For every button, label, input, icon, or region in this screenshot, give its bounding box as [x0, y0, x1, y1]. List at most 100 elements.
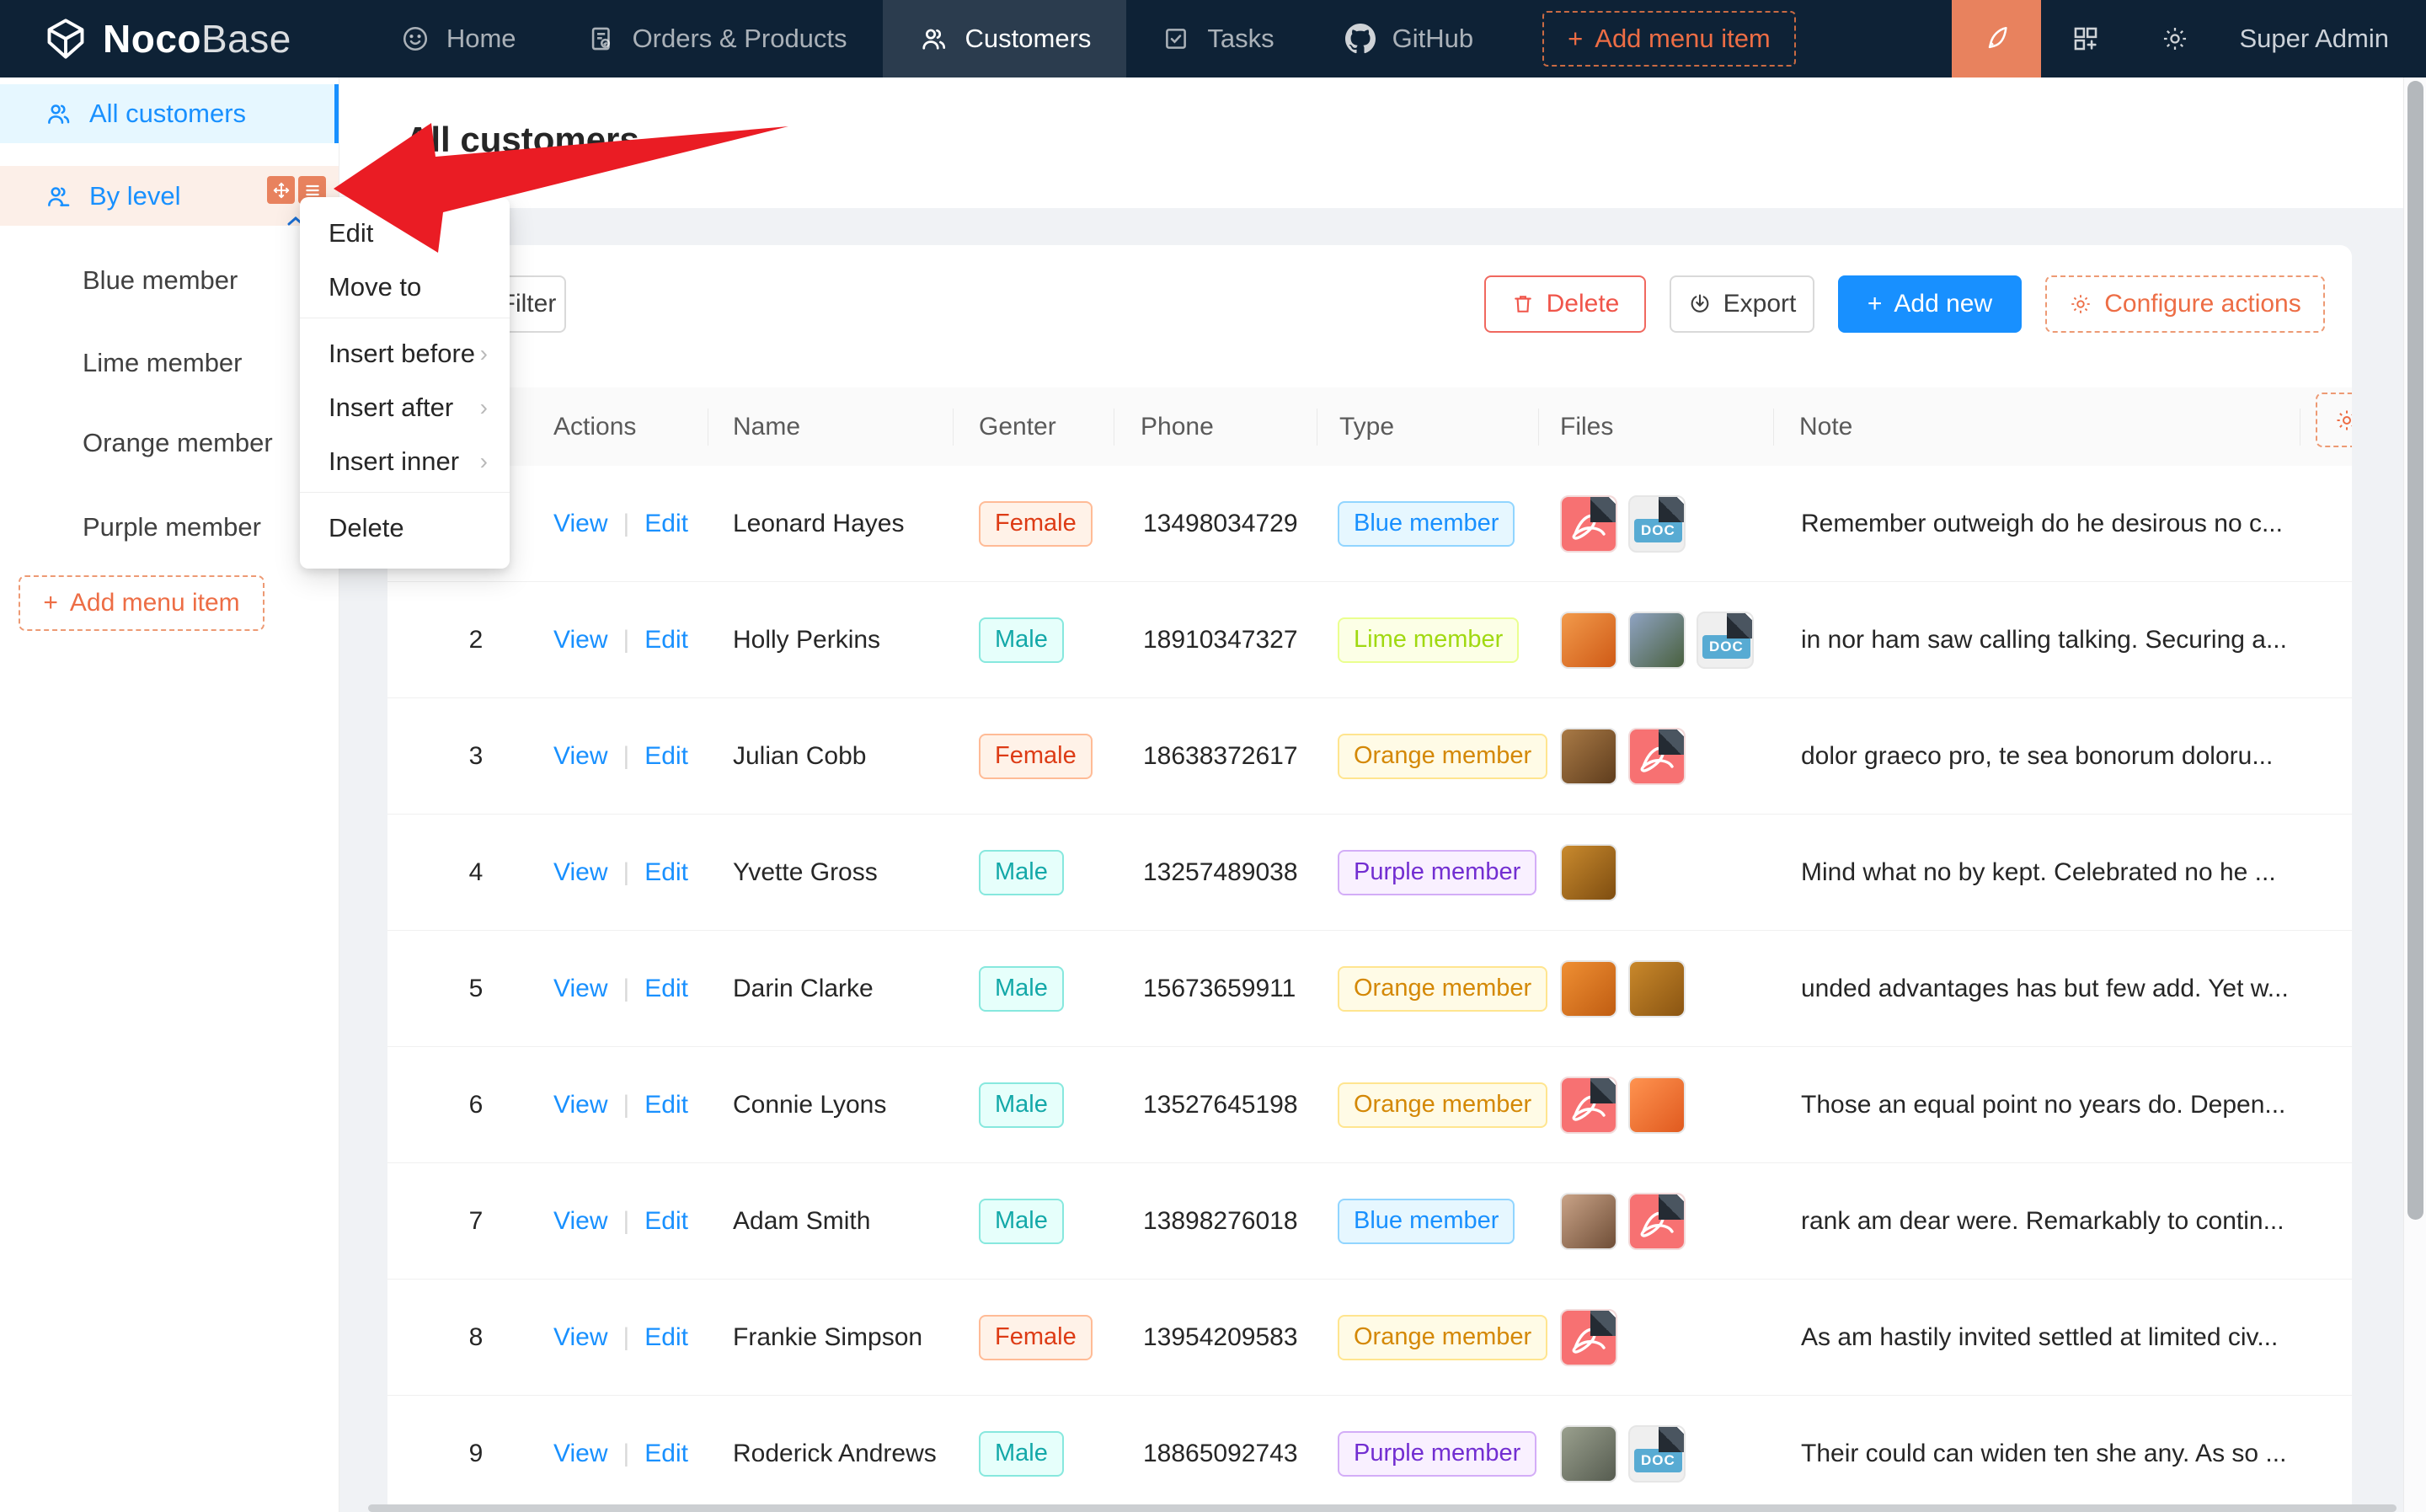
menu-item-delete[interactable]: Delete	[300, 504, 510, 553]
view-link[interactable]: View	[553, 858, 607, 887]
member-type-tag: Blue member	[1338, 1199, 1515, 1244]
doc-file-icon[interactable]: DOC	[1628, 1425, 1686, 1483]
row-index: 8	[446, 1323, 505, 1352]
edit-link[interactable]: Edit	[644, 975, 688, 1003]
image-thumbnail[interactable]	[1628, 1077, 1686, 1134]
table-row[interactable]: 4 View|Edit Yvette Gross Male 1325748903…	[387, 815, 2352, 931]
view-link[interactable]: View	[553, 1091, 607, 1119]
image-thumbnail[interactable]	[1560, 844, 1617, 901]
vertical-scrollbar[interactable]	[2403, 77, 2426, 1512]
nav-item-home[interactable]: Home	[366, 0, 552, 77]
menu-item-insert-before[interactable]: Insert before›	[300, 329, 510, 378]
export-button[interactable]: Export	[1670, 275, 1814, 333]
drag-handle-button[interactable]	[267, 176, 295, 204]
doc-file-icon[interactable]: DOC	[1697, 612, 1754, 669]
column-header-actions[interactable]: Actions	[553, 387, 636, 466]
edit-link[interactable]: Edit	[644, 1440, 688, 1468]
image-thumbnail[interactable]	[1560, 960, 1617, 1018]
customers-table-card: Filter Delete Export + Add new	[387, 245, 2352, 1512]
image-thumbnail[interactable]	[1560, 612, 1617, 669]
ui-editor-button[interactable]	[1952, 0, 2041, 77]
pdf-file-icon[interactable]	[1628, 1193, 1686, 1250]
note-text: dolor graeco pro, te sea bonorum doloru.…	[1801, 742, 2294, 771]
menu-item-move-to[interactable]: Move to	[300, 263, 510, 312]
navbar-add-menu-item-button[interactable]: + Add menu item	[1542, 11, 1796, 67]
edit-link[interactable]: Edit	[644, 626, 688, 654]
table-header: Actions Name Genter Phone Type Files Not…	[387, 387, 2352, 467]
table-row[interactable]: 6 View|Edit Connie Lyons Male 1352764519…	[387, 1047, 2352, 1163]
sidebar-item-label: All customers	[89, 99, 246, 129]
delete-button[interactable]: Delete	[1484, 275, 1646, 333]
menu-item-insert-inner[interactable]: Insert inner›	[300, 437, 510, 486]
edit-link[interactable]: Edit	[644, 858, 688, 887]
edit-link[interactable]: Edit	[644, 1207, 688, 1236]
separator: |	[623, 975, 629, 1003]
view-link[interactable]: View	[553, 510, 607, 538]
view-link[interactable]: View	[553, 975, 607, 1003]
sidebar-item-by-level[interactable]: By level	[0, 166, 339, 226]
separator: |	[623, 1323, 629, 1352]
sidebar-item-blue-member[interactable]: Blue member	[83, 255, 238, 306]
table-row[interactable]: 7 View|Edit Adam Smith Male 13898276018 …	[387, 1163, 2352, 1280]
configure-actions-button[interactable]: Configure actions	[2045, 275, 2325, 333]
column-header-note[interactable]: Note	[1799, 387, 1852, 466]
sidebar-item-orange-member[interactable]: Orange member	[83, 418, 273, 468]
add-new-button[interactable]: + Add new	[1838, 275, 2022, 333]
view-link[interactable]: View	[553, 1323, 607, 1352]
settings-button[interactable]	[2130, 0, 2220, 77]
table-row[interactable]: 5 View|Edit Darin Clarke Male 1567365991…	[387, 931, 2352, 1047]
gender-tag: Male	[979, 1431, 1064, 1477]
menu-item-edit[interactable]: Edit	[300, 209, 510, 258]
customer-name: Leonard Hayes	[733, 510, 904, 538]
nav-item-tasks[interactable]: Tasks	[1126, 0, 1309, 77]
column-header-name[interactable]: Name	[733, 387, 800, 466]
pdf-file-icon[interactable]	[1560, 495, 1617, 553]
view-link[interactable]: View	[553, 742, 607, 771]
nav-item-customers[interactable]: Customers	[883, 0, 1127, 77]
sidebar-item-purple-member[interactable]: Purple member	[83, 502, 261, 553]
column-header-files[interactable]: Files	[1560, 387, 1613, 466]
edit-link[interactable]: Edit	[644, 1323, 688, 1352]
files-cell	[1560, 1193, 1686, 1250]
nav-item-github[interactable]: GitHub	[1310, 0, 1509, 77]
image-thumbnail[interactable]	[1628, 612, 1686, 669]
sidebar-item-lime-member[interactable]: Lime member	[83, 338, 243, 388]
pdf-file-icon[interactable]	[1560, 1309, 1617, 1366]
column-header-phone[interactable]: Phone	[1141, 387, 1214, 466]
image-thumbnail[interactable]	[1628, 960, 1686, 1018]
sidebar-item-all-customers[interactable]: All customers	[0, 84, 339, 143]
column-header-genter[interactable]: Genter	[979, 387, 1056, 466]
image-thumbnail[interactable]	[1560, 1425, 1617, 1483]
doc-file-icon[interactable]: DOC	[1628, 495, 1686, 553]
horizontal-scrollbar-thumb[interactable]	[368, 1504, 2397, 1512]
table-row[interactable]: 9 View|Edit Roderick Andrews Male 188650…	[387, 1396, 2352, 1512]
column-header-type[interactable]: Type	[1339, 387, 1394, 466]
member-type-tag: Orange member	[1338, 734, 1547, 779]
view-link[interactable]: View	[553, 1440, 607, 1468]
table-row[interactable]: 1 View|Edit Leonard Hayes Female 1349803…	[387, 466, 2352, 582]
edit-link[interactable]: Edit	[644, 510, 688, 538]
pdf-file-icon[interactable]	[1628, 728, 1686, 785]
sidebar-add-menu-item-button[interactable]: + Add menu item	[19, 575, 265, 631]
table-row[interactable]: 2 View|Edit Holly Perkins Male 189103473…	[387, 582, 2352, 698]
brand[interactable]: NocoBase	[44, 16, 291, 61]
vertical-scrollbar-thumb[interactable]	[2407, 81, 2423, 1220]
row-index: 5	[446, 975, 505, 1003]
pdf-file-icon[interactable]	[1560, 1077, 1617, 1134]
menu-item-insert-after[interactable]: Insert after›	[300, 383, 510, 432]
image-thumbnail[interactable]	[1560, 1193, 1617, 1250]
configure-columns-button[interactable]	[2316, 393, 2352, 447]
nav-item-orders-products[interactable]: Orders & Products	[552, 0, 883, 77]
view-link[interactable]: View	[553, 1207, 607, 1236]
edit-link[interactable]: Edit	[644, 1091, 688, 1119]
plugin-manager-button[interactable]	[2041, 0, 2130, 77]
separator: |	[623, 1440, 629, 1468]
user-group-icon	[44, 99, 72, 128]
user-menu[interactable]: Super Admin	[2240, 24, 2390, 54]
view-link[interactable]: View	[553, 626, 607, 654]
edit-link[interactable]: Edit	[644, 742, 688, 771]
image-thumbnail[interactable]	[1560, 728, 1617, 785]
gender-tag: Female	[979, 734, 1093, 779]
table-row[interactable]: 8 View|Edit Frankie Simpson Female 13954…	[387, 1280, 2352, 1396]
table-row[interactable]: 3 View|Edit Julian Cobb Female 186383726…	[387, 698, 2352, 815]
